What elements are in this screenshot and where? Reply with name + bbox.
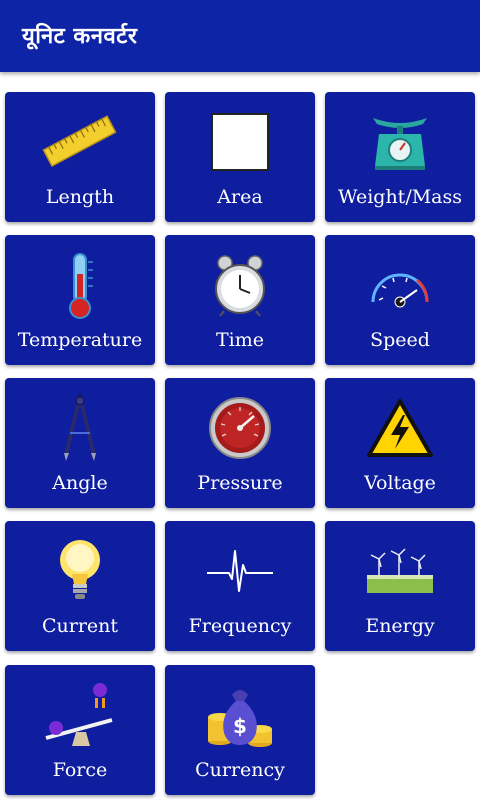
currency-tile[interactable]: $ Currency xyxy=(165,665,315,795)
current-tile[interactable]: Current xyxy=(5,521,155,651)
svg-text:$: $ xyxy=(233,714,247,738)
temperature-tile[interactable]: Temperature xyxy=(5,235,155,365)
high-voltage-icon xyxy=(325,388,475,468)
time-tile[interactable]: Time xyxy=(165,235,315,365)
frequency-label: Frequency xyxy=(188,615,292,637)
light-bulb-icon xyxy=(5,531,155,611)
pressure-tile[interactable]: Pressure xyxy=(165,378,315,508)
weight-mass-tile[interactable]: Weight/Mass xyxy=(325,92,475,222)
currency-label: Currency xyxy=(195,759,285,781)
speedometer-icon xyxy=(325,245,475,325)
pressure-gauge-icon xyxy=(165,388,315,468)
speed-label: Speed xyxy=(370,329,430,351)
area-tile[interactable]: Area xyxy=(165,92,315,222)
pressure-label: Pressure xyxy=(197,472,283,494)
time-label: Time xyxy=(215,329,264,351)
compass-icon xyxy=(5,388,155,468)
wind-turbine-icon xyxy=(325,531,475,611)
current-label: Current xyxy=(41,615,119,637)
app-bar: यूनिट कनवर्टर xyxy=(0,0,480,72)
energy-label: Energy xyxy=(365,615,435,637)
voltage-label: Voltage xyxy=(364,472,436,494)
length-label: Length xyxy=(45,186,115,208)
temperature-label: Temperature xyxy=(17,329,143,351)
app-title: यूनिट कनवर्टर xyxy=(22,24,138,49)
force-label: Force xyxy=(52,759,108,781)
area-label: Area xyxy=(217,186,263,208)
money-bag-icon: $ xyxy=(165,675,315,755)
weighing-scale-icon xyxy=(325,102,475,182)
force-tile[interactable]: Force xyxy=(5,665,155,795)
length-tile[interactable]: Length xyxy=(5,92,155,222)
seesaw-icon xyxy=(5,675,155,755)
square-icon xyxy=(165,102,315,182)
energy-tile[interactable]: Energy xyxy=(325,521,475,651)
frequency-tile[interactable]: Frequency xyxy=(165,521,315,651)
angle-label: Angle xyxy=(52,472,108,494)
heartbeat-wave-icon xyxy=(165,531,315,611)
ruler-icon xyxy=(5,102,155,182)
weight-mass-label: Weight/Mass xyxy=(337,186,463,208)
voltage-tile[interactable]: Voltage xyxy=(325,378,475,508)
thermometer-icon xyxy=(5,245,155,325)
alarm-clock-icon xyxy=(165,245,315,325)
speed-tile[interactable]: Speed xyxy=(325,235,475,365)
angle-tile[interactable]: Angle xyxy=(5,378,155,508)
